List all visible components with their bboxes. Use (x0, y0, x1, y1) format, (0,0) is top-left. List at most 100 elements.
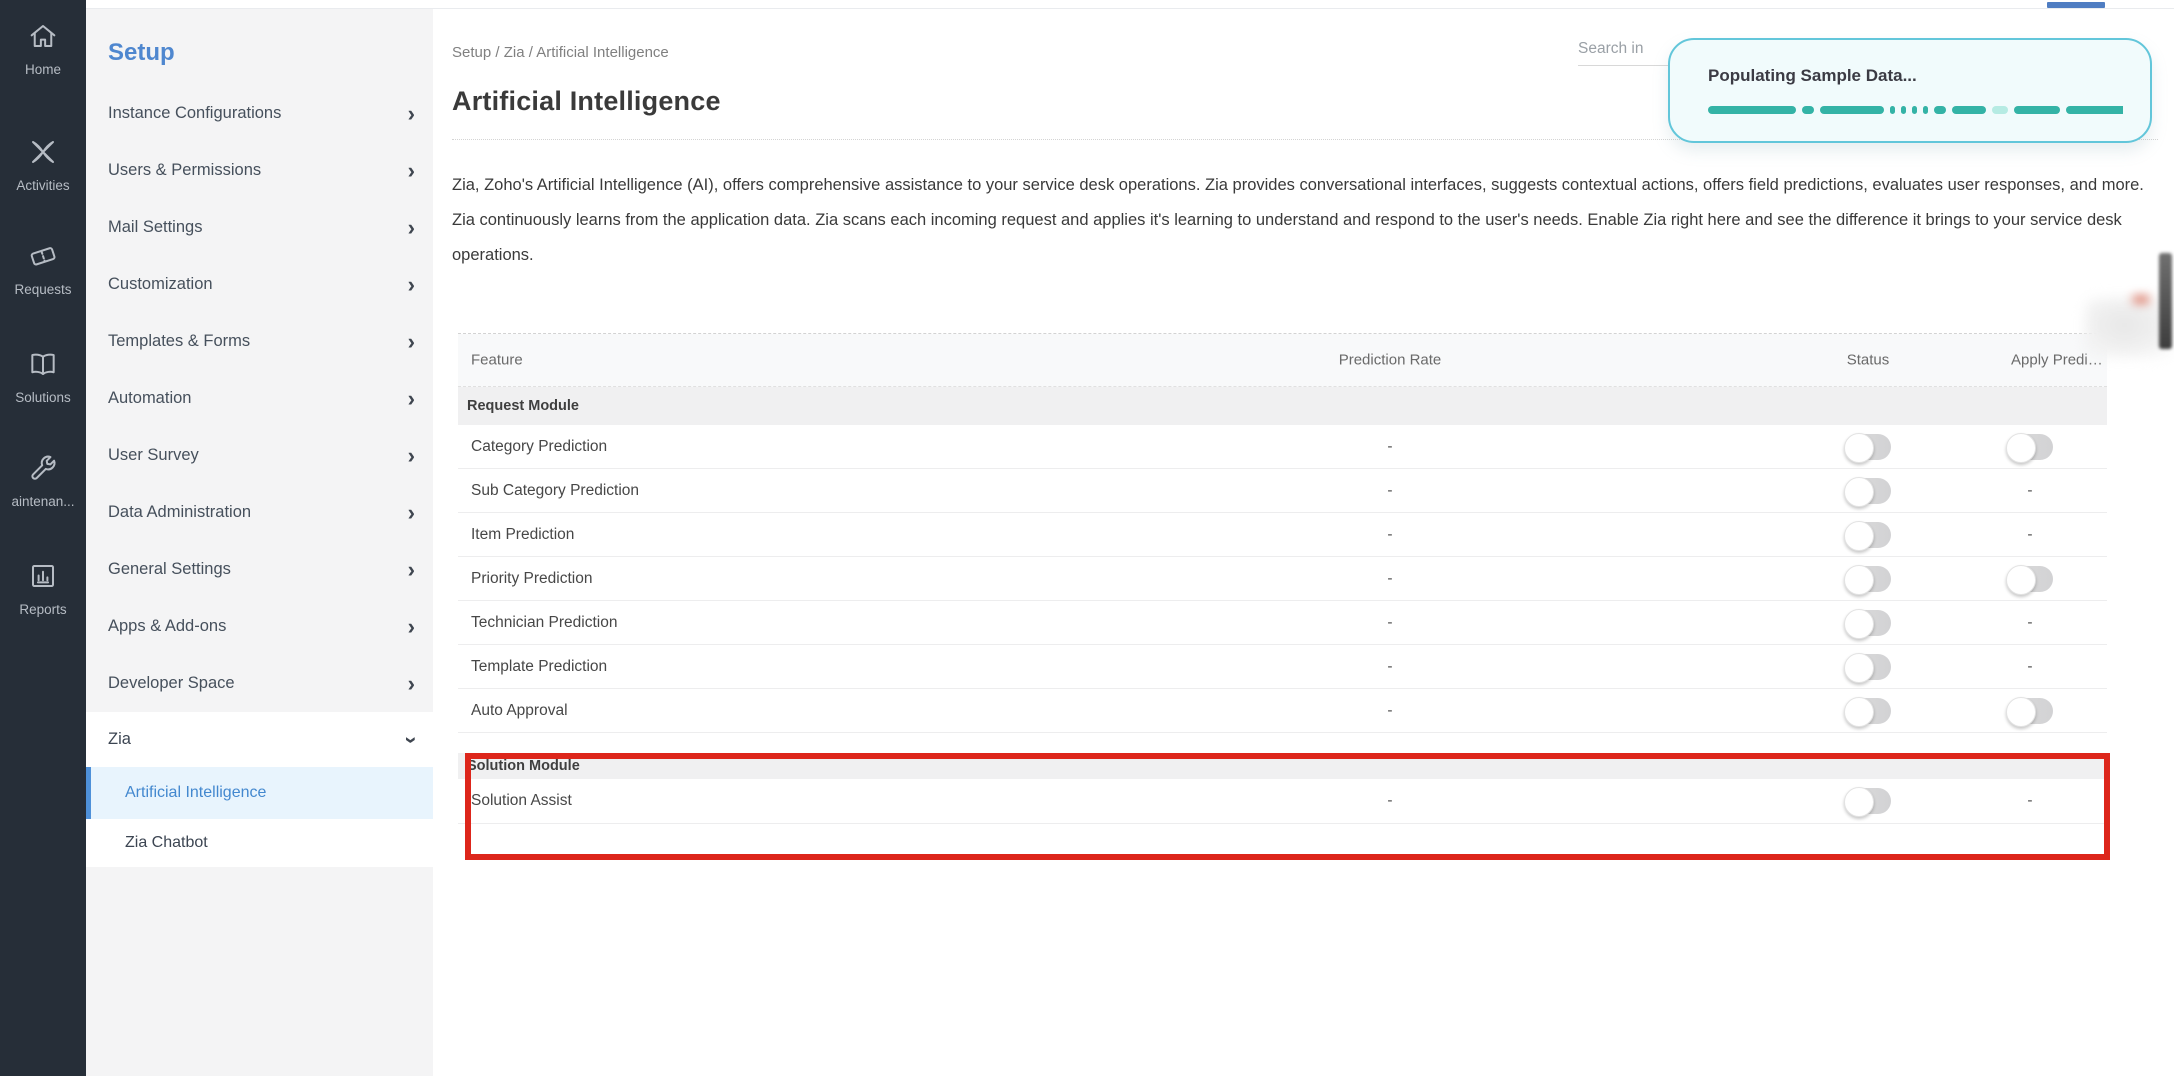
prediction-rate-value: - (1290, 702, 1490, 720)
chevron-right-icon: › (408, 616, 415, 638)
status-toggle-off[interactable] (1845, 698, 1891, 724)
activities-icon (27, 136, 59, 168)
populating-sample-data-toast: Populating Sample Data... (1668, 38, 2152, 143)
status-cell (1788, 698, 1948, 724)
apply-prediction-cell (1950, 566, 2110, 592)
wrench-icon (27, 452, 59, 484)
rail-item-home[interactable]: Home (0, 20, 86, 77)
sidebar-menu: Instance Configurations › Users & Permissi… (86, 85, 433, 712)
feature-name: Solution Assist (471, 792, 572, 810)
blur-artifact-red (2133, 296, 2149, 303)
table-row-auto-approval: Auto Approval - (458, 689, 2107, 733)
sidebar-subitem-artificial-intelligence[interactable]: Artificial Intelligence (86, 767, 433, 819)
rail-item-label: aintenan... (0, 494, 86, 509)
setup-sidebar: Setup Instance Configurations›Users & Pe… (86, 9, 433, 1076)
sidebar-item-label: Zia (108, 730, 131, 749)
apply-prediction-toggle-off[interactable] (2007, 434, 2053, 460)
column-header-status: Status (1788, 352, 1948, 369)
sidebar-item-user-survey[interactable]: User Survey› (86, 427, 433, 484)
sidebar-item-users-permissions[interactable]: Users & Permissions› (86, 142, 433, 199)
apply-prediction-toggle-off[interactable] (2007, 566, 2053, 592)
rail-item-maintenance[interactable]: aintenan... (0, 452, 86, 509)
status-toggle-off[interactable] (1845, 610, 1891, 636)
sidebar-item-label: General Settings (108, 560, 231, 579)
progress-segment (1820, 106, 1884, 114)
chevron-right-icon: › (408, 103, 415, 125)
rail-item-solutions[interactable]: Solutions (0, 348, 86, 405)
prediction-rate-value: - (1290, 482, 1490, 500)
breadcrumb[interactable]: Setup / Zia / Artificial Intelligence (452, 44, 669, 61)
chevron-right-icon: › (408, 388, 415, 410)
progress-segment (2014, 106, 2060, 114)
blur-artifact-dark (2159, 253, 2172, 349)
progress-segment (1912, 106, 1917, 114)
apply-prediction-value: - (1950, 614, 2110, 632)
status-toggle-off[interactable] (1845, 566, 1891, 592)
progress-segment (1901, 106, 1906, 114)
sidebar-item-zia[interactable]: Zia › (86, 712, 433, 767)
status-toggle-off[interactable] (1845, 654, 1891, 680)
table-row-priority-prediction: Priority Prediction- (458, 557, 2107, 601)
sidebar-item-label: Instance Configurations (108, 104, 281, 123)
feature-name: Category Prediction (471, 438, 607, 456)
sidebar-item-general-settings[interactable]: General Settings › (86, 541, 433, 598)
bar-chart-icon (27, 560, 59, 592)
feature-name: Auto Approval (471, 702, 568, 720)
sidebar-item-templates-forms[interactable]: Templates & Forms› (86, 313, 433, 370)
column-header-rate: Prediction Rate (1290, 352, 1490, 369)
apply-prediction-value: - (1950, 526, 2110, 544)
chevron-right-icon: › (408, 559, 415, 581)
chevron-right-icon: › (408, 673, 415, 695)
progress-segment (1802, 106, 1814, 114)
sidebar-item-apps-add-ons[interactable]: Apps & Add-ons› (86, 598, 433, 655)
rail-item-label: Home (0, 62, 86, 77)
sidebar-item-label: Data Administration (108, 503, 251, 522)
sidebar-item-data-administration[interactable]: Data Administration› (86, 484, 433, 541)
sidebar-item-customization[interactable]: Customization› (86, 256, 433, 313)
table-row-empty (458, 824, 2107, 859)
apply-prediction-toggle-off[interactable] (2007, 698, 2053, 724)
sidebar-item-instance-configurations[interactable]: Instance Configurations › (86, 85, 433, 142)
sidebar-item-automation[interactable]: Automation › (86, 370, 433, 427)
rail-item-activities[interactable]: Activities (0, 136, 86, 193)
table-row-solution-assist: Solution Assist-- (458, 779, 2107, 824)
rail-item-label: Activities (0, 178, 86, 193)
table-row-sub-category-prediction: Sub Category Prediction-- (458, 469, 2107, 513)
top-border-strip (86, 0, 2174, 9)
prediction-rate-value: - (1290, 614, 1490, 632)
sidebar-item-label: Developer Space (108, 674, 235, 693)
rail-item-label: Requests (0, 282, 86, 297)
sidebar-subitem-zia-chatbot[interactable]: Zia Chatbot (86, 819, 433, 867)
sidebar-item-label: Automation (108, 389, 191, 408)
sidebar-item-label: Users & Permissions (108, 161, 261, 180)
home-icon (27, 20, 59, 52)
rail-item-reports[interactable]: Reports (0, 560, 86, 617)
section-name: Request Module (467, 398, 579, 414)
section-name: Solution Module (467, 758, 580, 774)
feature-name: Template Prediction (471, 658, 607, 676)
sidebar-zia-section: Zia › Artificial IntelligenceZia Chatbot (86, 712, 433, 867)
status-cell (1788, 610, 1948, 636)
chevron-right-icon: › (408, 331, 415, 353)
prediction-rate-value: - (1290, 792, 1490, 810)
feature-name: Priority Prediction (471, 570, 592, 588)
rail-item-label: Solutions (0, 390, 86, 405)
feature-name: Technician Prediction (471, 614, 617, 632)
progress-segment (1890, 106, 1895, 114)
table-header-row: FeaturePrediction RateStatusApply Predic… (458, 334, 2107, 387)
chevron-down-icon: › (400, 736, 422, 743)
status-toggle-off[interactable] (1845, 788, 1891, 814)
status-toggle-off[interactable] (1845, 478, 1891, 504)
sidebar-item-label: Customization (108, 275, 213, 294)
ticket-icon (27, 240, 59, 272)
table-row-template-prediction: Template Prediction-- (458, 645, 2107, 689)
progress-segment (1992, 106, 2008, 114)
apply-prediction-cell (1950, 698, 2110, 724)
status-cell (1788, 566, 1948, 592)
rail-item-requests[interactable]: Requests (0, 240, 86, 297)
ai-feature-table: FeaturePrediction RateStatusApply Predic… (458, 333, 2107, 859)
status-toggle-off[interactable] (1845, 434, 1891, 460)
status-toggle-off[interactable] (1845, 522, 1891, 548)
sidebar-item-mail-settings[interactable]: Mail Settings› (86, 199, 433, 256)
sidebar-item-developer-space[interactable]: Developer Space › (86, 655, 433, 712)
